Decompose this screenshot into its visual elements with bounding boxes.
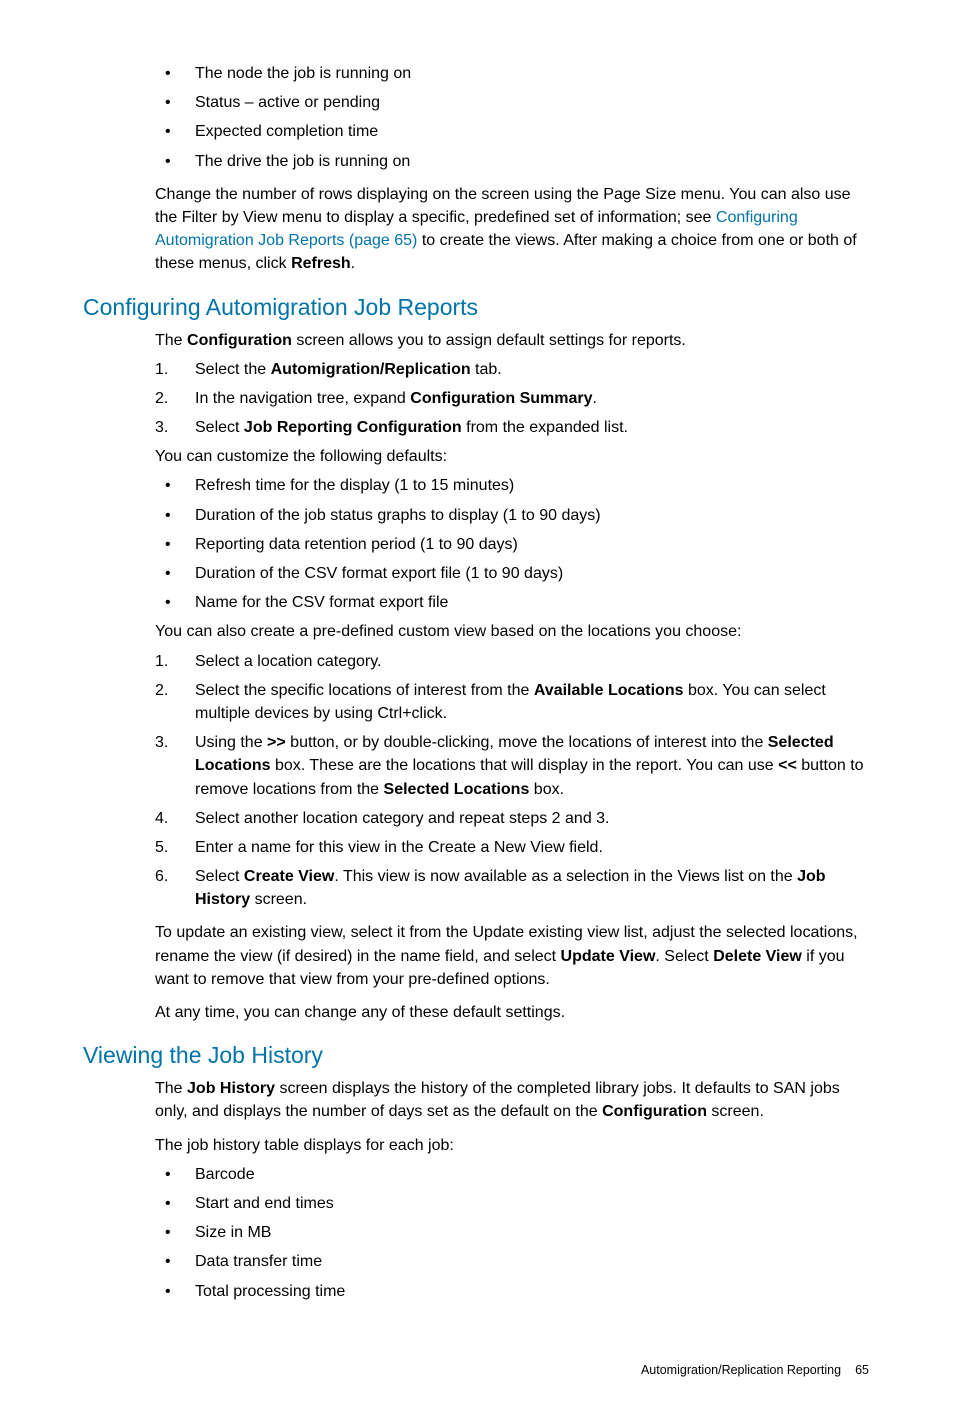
- step-number: 5.: [155, 836, 185, 859]
- text: Select another location category and rep…: [195, 810, 610, 827]
- bold-move-right: >>: [267, 734, 286, 751]
- list-item: The node the job is running on: [155, 62, 871, 85]
- bold-create-view: Create View: [244, 868, 334, 885]
- text: Select: [195, 868, 244, 885]
- text: from the expanded list.: [462, 419, 628, 436]
- table-intro: The job history table displays for each …: [155, 1134, 871, 1157]
- text: The: [155, 332, 187, 349]
- top-paragraph: Change the number of rows displaying on …: [155, 183, 871, 276]
- job-history-intro: The Job History screen displays the hist…: [155, 1077, 871, 1123]
- text: screen.: [250, 891, 307, 908]
- text: Select the specific locations of interes…: [195, 682, 534, 699]
- text: .: [351, 255, 355, 272]
- list-item: 1. Select the Automigration/Replication …: [155, 358, 871, 381]
- text: The: [155, 1080, 187, 1097]
- step-number: 3.: [155, 416, 185, 439]
- steps-list-2: 1. Select a location category. 2. Select…: [155, 650, 871, 912]
- steps-list-1: 1. Select the Automigration/Replication …: [155, 358, 871, 440]
- bold-available-locations: Available Locations: [534, 682, 684, 699]
- bold-job-history-2: Job History: [187, 1080, 275, 1097]
- list-item: Name for the CSV format export file: [155, 591, 871, 614]
- anytime-paragraph: At any time, you can change any of these…: [155, 1001, 871, 1024]
- list-item: Duration of the CSV format export file (…: [155, 562, 871, 585]
- text: screen.: [707, 1103, 764, 1120]
- bold-move-left: <<: [778, 757, 797, 774]
- bold-delete-view: Delete View: [713, 948, 802, 965]
- text: screen allows you to assign default sett…: [292, 332, 686, 349]
- step-number: 4.: [155, 807, 185, 830]
- page-footer: Automigration/Replication Reporting 65: [83, 1363, 871, 1377]
- update-paragraph: To update an existing view, select it fr…: [155, 921, 871, 991]
- text: tab.: [471, 361, 502, 378]
- list-item: 6. Select Create View. This view is now …: [155, 865, 871, 911]
- text: In the navigation tree, expand: [195, 390, 410, 407]
- page-container: The node the job is running on Status – …: [0, 0, 954, 1407]
- list-item: 2. In the navigation tree, expand Config…: [155, 387, 871, 410]
- list-item: 4. Select another location category and …: [155, 807, 871, 830]
- top-block: The node the job is running on Status – …: [155, 62, 871, 276]
- list-item: Duration of the job status graphs to dis…: [155, 504, 871, 527]
- text: .: [593, 390, 597, 407]
- predefined-intro: You can also create a pre-defined custom…: [155, 620, 871, 643]
- bold-config-summary: Configuration Summary: [410, 390, 592, 407]
- job-history-bullets: Barcode Start and end times Size in MB D…: [155, 1163, 871, 1303]
- bold-tab: Automigration/Replication: [271, 361, 471, 378]
- customize-bullets: Refresh time for the display (1 to 15 mi…: [155, 474, 871, 614]
- list-item: The drive the job is running on: [155, 150, 871, 173]
- list-item: Total processing time: [155, 1280, 871, 1303]
- bold-update-view: Update View: [561, 948, 656, 965]
- list-item: Reporting data retention period (1 to 90…: [155, 533, 871, 556]
- footer-section: Automigration/Replication Reporting: [641, 1363, 841, 1377]
- list-item: 3. Select Job Reporting Configuration fr…: [155, 416, 871, 439]
- intro-paragraph: The Configuration screen allows you to a…: [155, 329, 871, 352]
- text: Select the: [195, 361, 271, 378]
- list-item: Size in MB: [155, 1221, 871, 1244]
- list-item: Refresh time for the display (1 to 15 mi…: [155, 474, 871, 497]
- text: Enter a name for this view in the Create…: [195, 839, 603, 856]
- list-item: 3. Using the >> button, or by double-cli…: [155, 731, 871, 801]
- step-number: 6.: [155, 865, 185, 888]
- list-item: 2. Select the specific locations of inte…: [155, 679, 871, 725]
- text: Select a location category.: [195, 653, 381, 670]
- list-item: Data transfer time: [155, 1250, 871, 1273]
- text: box. These are the locations that will d…: [271, 757, 779, 774]
- text: box.: [529, 781, 564, 798]
- bold-selected-locations-2: Selected Locations: [384, 781, 530, 798]
- list-item: Expected completion time: [155, 120, 871, 143]
- page-number: 65: [855, 1363, 869, 1377]
- list-item: Barcode: [155, 1163, 871, 1186]
- text: Select: [195, 419, 244, 436]
- list-item: 5. Enter a name for this view in the Cre…: [155, 836, 871, 859]
- list-item: Status – active or pending: [155, 91, 871, 114]
- list-item: 1. Select a location category.: [155, 650, 871, 673]
- bold-job-reporting: Job Reporting Configuration: [244, 419, 462, 436]
- step-number: 1.: [155, 650, 185, 673]
- bold-refresh: Refresh: [291, 255, 351, 272]
- customize-intro: You can customize the following defaults…: [155, 445, 871, 468]
- top-bullet-list: The node the job is running on Status – …: [155, 62, 871, 173]
- text: Using the: [195, 734, 267, 751]
- step-number: 2.: [155, 387, 185, 410]
- list-item: Start and end times: [155, 1192, 871, 1215]
- step-number: 2.: [155, 679, 185, 702]
- text: . Select: [655, 948, 713, 965]
- section-body-2: The Job History screen displays the hist…: [155, 1077, 871, 1303]
- text: . This view is now available as a select…: [334, 868, 797, 885]
- step-number: 1.: [155, 358, 185, 381]
- heading-viewing-job-history: Viewing the Job History: [83, 1042, 871, 1069]
- text: button, or by double-clicking, move the …: [286, 734, 768, 751]
- section-body: The Configuration screen allows you to a…: [155, 329, 871, 1025]
- bold-configuration-2: Configuration: [602, 1103, 707, 1120]
- bold-configuration: Configuration: [187, 332, 292, 349]
- step-number: 3.: [155, 731, 185, 754]
- heading-configuring-automigration: Configuring Automigration Job Reports: [83, 294, 871, 321]
